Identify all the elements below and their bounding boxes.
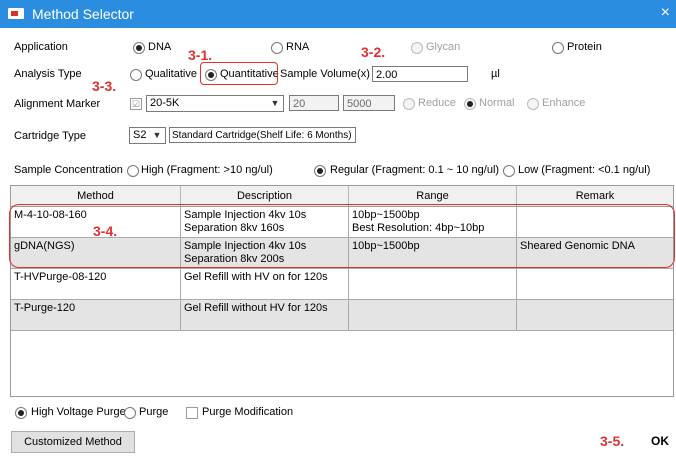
radio-high-voltage-purge-label: High Voltage Purge — [31, 406, 126, 418]
annotation-box-quantitative — [200, 62, 278, 85]
application-label: Application — [14, 41, 68, 53]
cell-remark — [517, 269, 673, 300]
radio-glycan[interactable] — [411, 42, 423, 54]
radio-low-concentration[interactable] — [503, 165, 515, 177]
cartridge-value: S2 — [133, 129, 147, 141]
alignment-marker-checkbox[interactable]: ☑ — [130, 98, 142, 110]
alignment-marker-value: 20-5K — [150, 97, 180, 109]
radio-normal-label: Normal — [479, 97, 515, 109]
cell-description: Gel Refill without HV for 120s — [181, 300, 349, 331]
radio-low-label: Low (Fragment: <0.1 ng/ul) — [518, 164, 651, 176]
table-row[interactable]: T-Purge-120 Gel Refill without HV for 12… — [11, 300, 673, 331]
cartridge-description: Standard Cartridge(Shelf Life: 6 Months) — [169, 127, 356, 143]
sample-volume-unit: µl — [491, 68, 500, 80]
column-header-method[interactable]: Method — [11, 186, 181, 206]
cell-range — [349, 269, 517, 300]
annotation-3-2: 3-2. — [361, 44, 386, 60]
annotation-3-5: 3-5. — [600, 433, 625, 449]
radio-reduce[interactable] — [403, 98, 415, 110]
radio-normal[interactable] — [464, 98, 476, 110]
title-bar: Method Selector × — [0, 0, 676, 28]
sample-concentration-label: Sample Concentration — [14, 164, 123, 176]
radio-regular-label: Regular (Fragment: 0.1 ~ 10 ng/ul) — [330, 164, 500, 176]
radio-rna[interactable] — [271, 42, 283, 54]
description-line: Gel Refill with HV on for 120s — [184, 271, 328, 283]
cell-remark — [517, 300, 673, 331]
cell-method: T-HVPurge-08-120 — [11, 269, 181, 300]
alignment-marker-select[interactable]: 20-5K ▼ — [146, 95, 284, 112]
radio-reduce-label: Reduce — [418, 97, 456, 109]
radio-dna[interactable] — [133, 42, 145, 54]
annotation-box-method-rows — [9, 204, 675, 268]
chevron-down-icon: ▼ — [152, 130, 162, 140]
purge-modification-checkbox[interactable] — [186, 407, 198, 419]
radio-dna-label: DNA — [148, 41, 172, 53]
table-row[interactable]: T-HVPurge-08-120 Gel Refill with HV on f… — [11, 269, 673, 300]
radio-rna-label: RNA — [286, 41, 310, 53]
app-icon — [8, 8, 24, 19]
annotation-3-1: 3-1. — [188, 47, 213, 63]
radio-protein-label: Protein — [567, 41, 602, 53]
column-header-range[interactable]: Range — [349, 186, 517, 206]
radio-glycan-label: Glycan — [426, 41, 461, 53]
radio-enhance[interactable] — [527, 98, 539, 110]
sample-volume-label: Sample Volume(x) : — [280, 68, 376, 80]
cell-description: Gel Refill with HV on for 120s — [181, 269, 349, 300]
radio-high-concentration[interactable] — [127, 165, 139, 177]
radio-purge[interactable] — [124, 407, 136, 419]
cartridge-select[interactable]: S2 ▼ — [129, 127, 166, 144]
sample-volume-input[interactable]: 2.00 — [372, 66, 468, 82]
analysis-type-label: Analysis Type — [14, 68, 82, 80]
marker-high-input[interactable]: 5000 — [343, 95, 395, 111]
customized-method-button[interactable]: Customized Method — [11, 431, 135, 453]
column-header-remark[interactable]: Remark — [517, 186, 673, 206]
radio-qualitative[interactable] — [130, 69, 142, 81]
cell-method: T-Purge-120 — [11, 300, 181, 331]
chevron-down-icon: ▼ — [270, 98, 280, 108]
radio-enhance-label: Enhance — [542, 97, 586, 109]
radio-high-voltage-purge[interactable] — [15, 407, 27, 419]
alignment-marker-label: Alignment Marker — [14, 98, 101, 110]
radio-purge-label: Purge — [139, 406, 169, 418]
radio-high-label: High (Fragment: >10 ng/ul) — [141, 164, 273, 176]
purge-modification-label: Purge Modification — [202, 406, 294, 418]
radio-protein[interactable] — [552, 42, 564, 54]
close-icon[interactable]: × — [661, 4, 670, 22]
marker-low-input[interactable]: 20 — [289, 95, 339, 111]
window-title: Method Selector — [32, 6, 134, 22]
ok-button[interactable]: OK — [646, 431, 674, 453]
column-header-description[interactable]: Description — [181, 186, 349, 206]
radio-qualitative-label: Qualitative — [145, 68, 197, 80]
cell-range — [349, 300, 517, 331]
cartridge-type-label: Cartridge Type — [14, 130, 86, 142]
description-line: Gel Refill without HV for 120s — [184, 302, 328, 314]
annotation-3-3: 3-3. — [92, 78, 117, 94]
radio-regular-concentration[interactable] — [314, 165, 326, 177]
